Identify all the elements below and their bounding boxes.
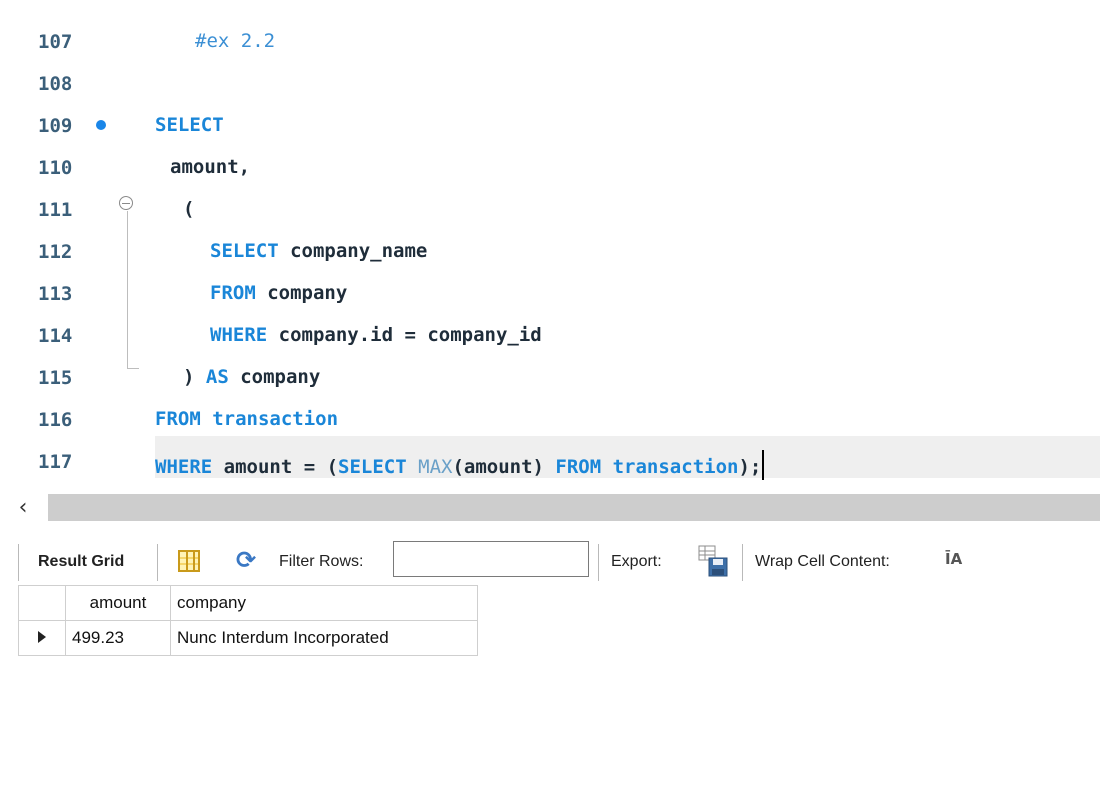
code-text[interactable]: ) AS company	[183, 366, 320, 388]
code-line[interactable]: 117 WHERE amount = (SELECT MAX(amount) FR…	[0, 440, 1100, 482]
line-number: 111	[38, 199, 73, 221]
column-header-company[interactable]: company	[170, 585, 478, 621]
cell-company[interactable]: Nunc Interdum Incorporated	[170, 620, 478, 656]
row-pointer-icon	[38, 631, 46, 643]
horizontal-scrollbar[interactable]: ‹	[0, 492, 1100, 523]
fold-collapse-icon[interactable]	[119, 196, 133, 210]
scroll-track[interactable]	[48, 494, 1100, 521]
line-number: 114	[38, 325, 73, 347]
text-caret	[762, 450, 765, 480]
result-grid-tab[interactable]: Result Grid	[38, 553, 124, 571]
code-text[interactable]: WHERE amount = (SELECT MAX(amount) FROM …	[155, 450, 765, 480]
line-number: 116	[38, 409, 73, 431]
filter-rows-input[interactable]	[393, 541, 589, 577]
result-grid[interactable]: amount company 499.23 Nunc Interdum Inco…	[18, 585, 1100, 786]
code-line[interactable]: 109 SELECT	[0, 104, 1100, 146]
toolbar-separator	[157, 544, 158, 581]
code-text[interactable]: #ex 2.2	[195, 30, 275, 52]
toolbar-separator	[18, 544, 19, 581]
line-number: 115	[38, 367, 73, 389]
sql-editor[interactable]: 107 #ex 2.2 108 109 SELECT 110 amount, 111 (112 S…	[0, 0, 1100, 486]
toolbar-separator	[742, 544, 743, 581]
code-line[interactable]: 111 (	[0, 188, 1100, 230]
fold-guide-line	[127, 211, 128, 368]
line-number: 113	[38, 283, 73, 305]
code-text[interactable]: amount,	[170, 156, 250, 178]
code-line[interactable]: 115 ) AS company	[0, 356, 1100, 398]
column-header-amount[interactable]: amount	[65, 585, 171, 621]
cell-amount[interactable]: 499.23	[65, 620, 171, 656]
code-text[interactable]: SELECT company_name	[210, 240, 427, 262]
grid-layout-icon[interactable]	[178, 550, 200, 572]
row-selector[interactable]	[18, 620, 66, 656]
export-icon[interactable]	[697, 544, 731, 578]
code-line[interactable]: 116 FROM transaction	[0, 398, 1100, 440]
code-text[interactable]: WHERE company.id = company_id	[210, 324, 542, 346]
filter-rows-label: Filter Rows:	[279, 553, 364, 570]
line-number: 117	[38, 451, 73, 473]
code-line[interactable]: 113 FROM company	[0, 272, 1100, 314]
code-line[interactable]: 108	[0, 62, 1100, 104]
toolbar-separator	[598, 544, 599, 581]
result-toolbar: Result Grid ⟳ Filter Rows: Export: Wrap …	[0, 540, 1100, 585]
code-text[interactable]: SELECT	[155, 114, 224, 136]
result-table: amount company 499.23 Nunc Interdum Inco…	[18, 585, 478, 656]
code-line[interactable]: 107 #ex 2.2	[0, 20, 1100, 62]
wrap-cell-icon[interactable]: ĪA	[945, 550, 962, 568]
line-number: 112	[38, 241, 73, 263]
line-number: 110	[38, 157, 73, 179]
code-text[interactable]: FROM company	[210, 282, 347, 304]
export-label: Export:	[611, 553, 662, 570]
wrap-cell-content-label: Wrap Cell Content:	[755, 553, 890, 570]
scroll-left-arrow-icon[interactable]: ‹	[2, 492, 44, 523]
refresh-icon[interactable]: ⟳	[233, 548, 259, 574]
line-number: 107	[38, 31, 73, 53]
fold-guide-end	[127, 368, 139, 369]
table-row[interactable]: 499.23 Nunc Interdum Incorporated	[18, 620, 478, 656]
code-line[interactable]: 110 amount,	[0, 146, 1100, 188]
code-text[interactable]: FROM transaction	[155, 408, 338, 430]
line-number: 109	[38, 115, 73, 137]
code-line[interactable]: 114 WHERE company.id = company_id	[0, 314, 1100, 356]
line-number: 108	[38, 73, 73, 95]
breakpoint-dot-icon[interactable]	[96, 120, 106, 130]
code-line[interactable]: 112 SELECT company_name	[0, 230, 1100, 272]
code-text[interactable]: (	[183, 198, 194, 220]
row-selector-header[interactable]	[18, 585, 66, 621]
table-header-row: amount company	[18, 585, 478, 621]
